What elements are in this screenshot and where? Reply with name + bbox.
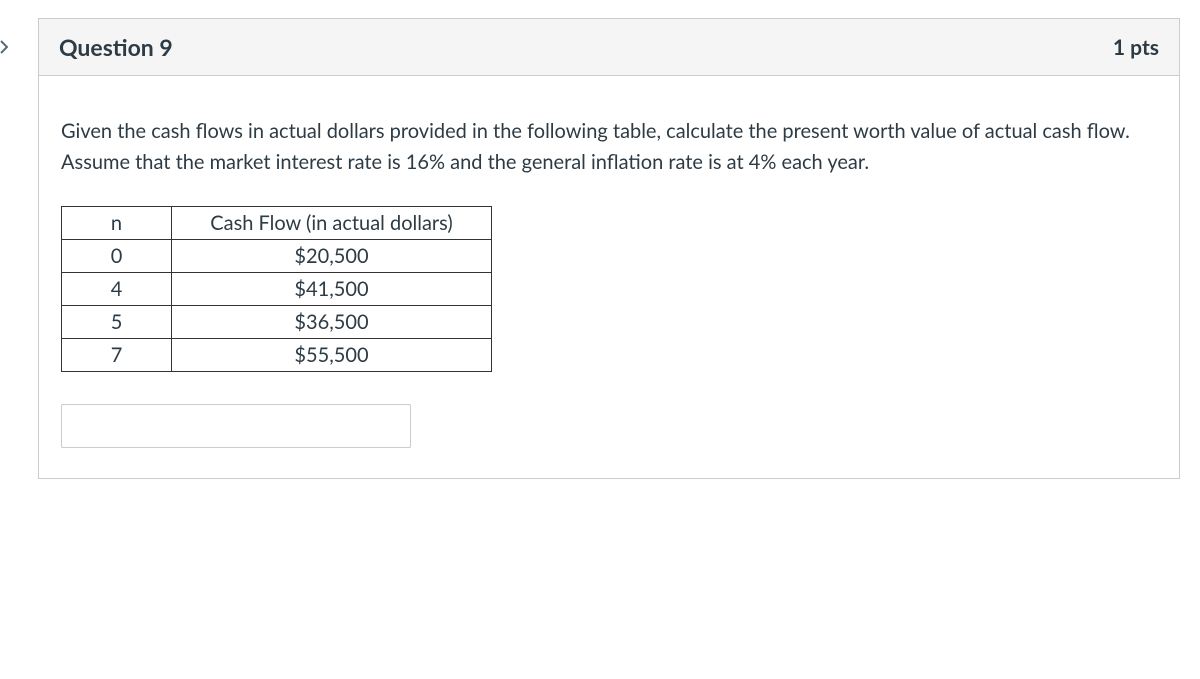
table-cell-cashflow: $36,500	[172, 306, 492, 339]
table-row: 7 $55,500	[62, 339, 492, 372]
question-title: Question 9	[59, 33, 173, 61]
question-card: Question 9 1 pts Given the cash flows in…	[38, 18, 1180, 479]
table-cell-cashflow: $55,500	[172, 339, 492, 372]
table-row: 0 $20,500	[62, 240, 492, 273]
table-header-n: n	[62, 207, 172, 240]
question-prompt: Given the cash flows in actual dollars p…	[61, 116, 1157, 178]
answer-input[interactable]	[61, 404, 411, 448]
cash-flow-table: n Cash Flow (in actual dollars) 0 $20,50…	[61, 206, 492, 372]
table-header-cashflow: Cash Flow (in actual dollars)	[172, 207, 492, 240]
question-header: Question 9 1 pts	[39, 19, 1179, 76]
table-cell-cashflow: $41,500	[172, 273, 492, 306]
table-cell-n: 5	[62, 306, 172, 339]
question-points: 1 pts	[1113, 35, 1159, 60]
table-cell-cashflow: $20,500	[172, 240, 492, 273]
table-header-row: n Cash Flow (in actual dollars)	[62, 207, 492, 240]
table-row: 4 $41,500	[62, 273, 492, 306]
table-cell-n: 4	[62, 273, 172, 306]
table-cell-n: 0	[62, 240, 172, 273]
table-cell-n: 7	[62, 339, 172, 372]
table-row: 5 $36,500	[62, 306, 492, 339]
chevron-right-icon[interactable]	[0, 40, 10, 58]
question-body: Given the cash flows in actual dollars p…	[39, 76, 1179, 478]
